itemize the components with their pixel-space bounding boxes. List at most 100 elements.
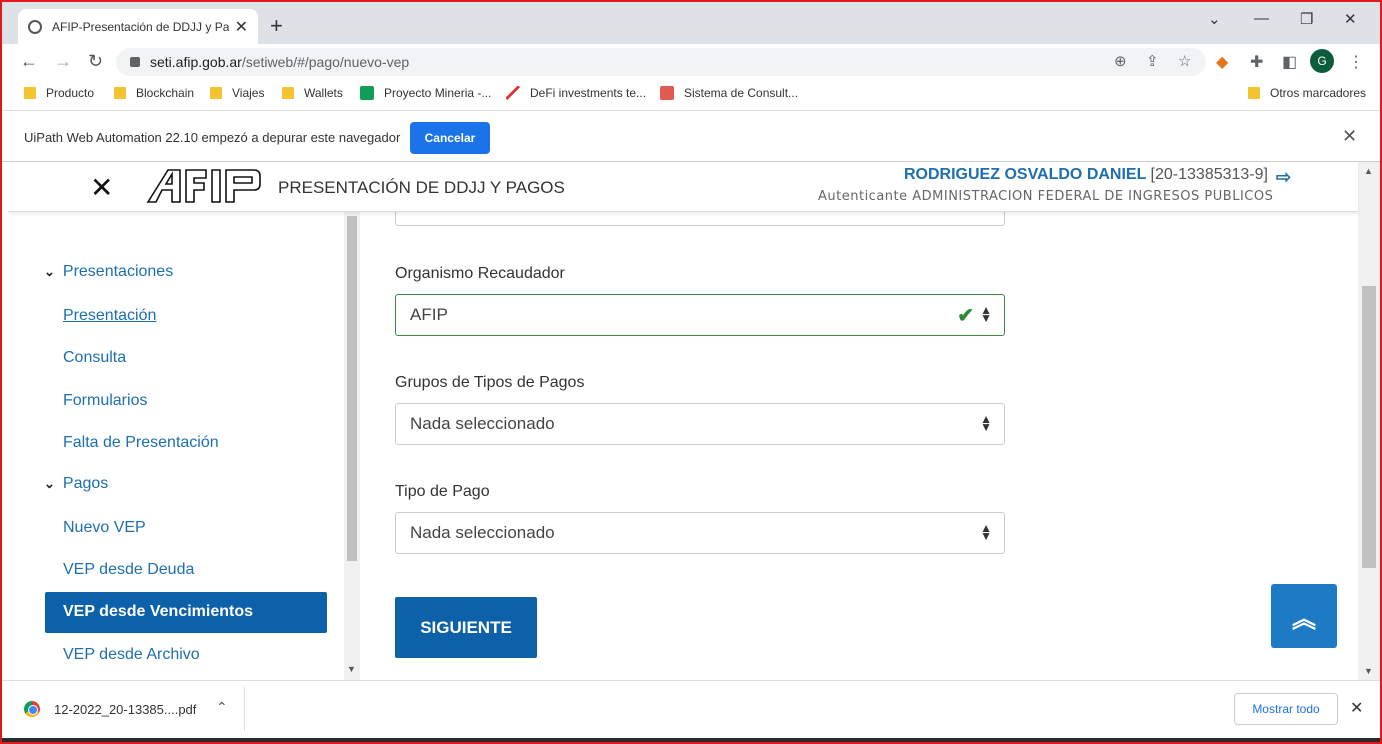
download-item[interactable]: 12-2022_20-13385....pdf [24,701,196,717]
organismo-select[interactable]: AFIP ✔ ▲ ▼ [395,294,1005,336]
tab-strip: AFIP-Presentación de DDJJ y Pag ✕ + ⌄ — … [2,2,1380,44]
show-all-button[interactable]: Mostrar todo [1234,693,1338,725]
browser-toolbar: ← → ↻ seti.afip.gob.ar/setiweb/#/pago/nu… [2,44,1380,80]
sidebar-item-presentacion[interactable]: Presentación [63,307,156,325]
sidebar-item-vep-deuda[interactable]: VEP desde Deuda [63,561,194,579]
metamask-icon[interactable]: ◆ [1216,52,1228,72]
bookmark-label: Blockchain [136,86,195,100]
bookmark-item[interactable]: Viajes [210,86,264,100]
forward-icon[interactable]: → [54,51,72,72]
scroll-down-arrow-icon[interactable]: ▼ [347,664,356,674]
sidebar-scrollbar[interactable]: ▼ [344,212,360,680]
bookmark-label: Sistema de Consult... [684,86,799,100]
taskbar [2,738,1380,742]
sidebar-item-formularios[interactable]: Formularios [63,392,147,410]
debugging-infobar: UiPath Web Automation 22.10 empezó a dep… [2,110,1380,162]
bookmark-label: Otros marcadores [1270,86,1367,100]
organismo-label: Organismo Recaudador [395,265,565,282]
bookmark-item[interactable]: Wallets [282,86,343,100]
chrome-icon [24,701,40,717]
nav-group-label: Presentaciones [62,263,174,280]
scroll-down-arrow-icon[interactable]: ▼ [1364,666,1373,676]
close-tab-icon[interactable]: ✕ [235,17,248,37]
bookmark-label: Producto [46,86,95,100]
close-window-icon[interactable]: ✕ [1344,10,1357,28]
sidebar-scroll-thumb[interactable] [347,216,357,561]
globe-icon [28,19,42,34]
side-panel-icon[interactable]: ◧ [1282,52,1297,72]
tab-title: AFIP-Presentación de DDJJ y Pag [52,19,229,34]
bookmark-star-icon[interactable]: ☆ [1178,52,1191,70]
chart-icon [506,86,520,100]
close-menu-icon[interactable]: ✕ [90,171,113,204]
tab-search-icon[interactable]: ⌄ [1208,10,1221,28]
page-title: PRESENTACIÓN DE DDJJ Y PAGOS [278,178,565,197]
url-path: /setiweb/#/pago/nuevo-vep [241,54,410,70]
scroll-up-arrow-icon[interactable]: ▲ [1364,166,1373,176]
url-domain: seti.afip.gob.ar [150,54,242,70]
page-scrollbar[interactable]: ▲ ▼ [1358,162,1380,680]
logout-icon[interactable]: ⇨ [1276,167,1291,188]
new-tab-icon[interactable]: + [270,13,283,39]
checkmark-icon: ✔ [957,305,974,327]
grupos-select[interactable]: Nada seleccionado ▲ ▼ [395,403,1005,445]
sidebar-item-vep-archivo[interactable]: VEP desde Archivo [63,646,200,664]
app-header: ✕ PRESENTACIÓN DE DDJJ Y PAGOS RODRIGUEZ… [8,162,1358,212]
zoom-icon[interactable]: ⊕ [1114,52,1127,70]
afip-logo [146,169,261,203]
chevron-up-icon[interactable]: ⌃ [216,699,228,716]
folder-icon [114,87,126,99]
bookmark-item[interactable]: Proyecto Mineria -... [360,86,491,100]
sidebar-item-nuevo-vep[interactable]: Nuevo VEP [63,519,146,537]
bookmarks-bar: Producto Blockchain Viajes Wallets Proye… [2,80,1380,108]
nav-group-presentaciones[interactable]: ⌄ Presentaciones [44,263,173,281]
tipo-pago-label: Tipo de Pago [395,483,490,500]
folder-icon [282,87,294,99]
siguiente-button[interactable]: SIGUIENTE [395,597,537,658]
close-icon[interactable]: ✕ [1342,126,1357,147]
updown-arrows-icon: ▲ ▼ [980,412,992,434]
scroll-to-top-button[interactable]: ︽ [1271,584,1337,648]
nav-group-pagos[interactable]: ⌄ Pagos [44,475,108,493]
back-icon[interactable]: ← [20,51,38,72]
restore-icon[interactable]: ❐ [1300,10,1313,28]
share-icon[interactable]: ⇪ [1146,52,1159,70]
bookmark-label: DeFi investments te... [530,86,647,100]
tipo-pago-value: Nada seleccionado [410,523,555,542]
double-chevron-up-icon: ︽ [1292,605,1316,633]
user-cuit: [20-13385313-9] [1150,166,1268,183]
close-icon[interactable]: ✕ [1350,698,1363,718]
bookmark-label: Proyecto Mineria -... [384,86,492,100]
reload-icon[interactable]: ↻ [88,51,103,72]
grupos-label: Grupos de Tipos de Pagos [395,374,585,391]
minimize-icon[interactable]: — [1254,10,1269,27]
bookmark-item[interactable]: Producto [24,86,94,100]
sidebar-item-falta-presentacion[interactable]: Falta de Presentación [63,434,219,452]
folder-icon [210,87,222,99]
bookmark-item[interactable]: DeFi investments te... [506,86,646,100]
extensions-icon[interactable]: ✚ [1250,52,1263,72]
divider [244,687,245,731]
browser-window: AFIP-Presentación de DDJJ y Pag ✕ + ⌄ — … [0,0,1382,744]
page-scroll-thumb[interactable] [1362,286,1376,568]
download-filename: 12-2022_20-13385....pdf [54,701,197,717]
bookmark-item[interactable]: Sistema de Consult... [660,86,798,100]
profile-avatar[interactable]: G [1310,49,1334,73]
sidebar-item-vep-vencimientos[interactable]: VEP desde Vencimientos [45,592,327,633]
address-bar[interactable]: seti.afip.gob.ar/setiweb/#/pago/nuevo-ve… [116,48,1206,76]
sidebar-item-consulta[interactable]: Consulta [63,349,126,367]
menu-icon[interactable]: ⋮ [1348,52,1364,72]
bookmark-item[interactable]: Blockchain [114,86,194,100]
browser-tab[interactable]: AFIP-Presentación de DDJJ y Pag ✕ [18,9,258,44]
nav-group-label: Pagos [62,475,109,492]
updown-arrows-icon: ▲ ▼ [980,303,992,325]
bookmark-label: Wallets [304,86,343,100]
cancel-button[interactable]: Cancelar [410,122,490,154]
search-icon [660,86,674,100]
sheets-icon [360,86,374,100]
folder-icon [1248,87,1260,99]
organismo-value: AFIP [410,305,448,324]
bookmark-label: Viajes [232,86,265,100]
bookmark-other[interactable]: Otros marcadores [1248,86,1366,100]
tipo-pago-select[interactable]: Nada seleccionado ▲ ▼ [395,512,1005,554]
